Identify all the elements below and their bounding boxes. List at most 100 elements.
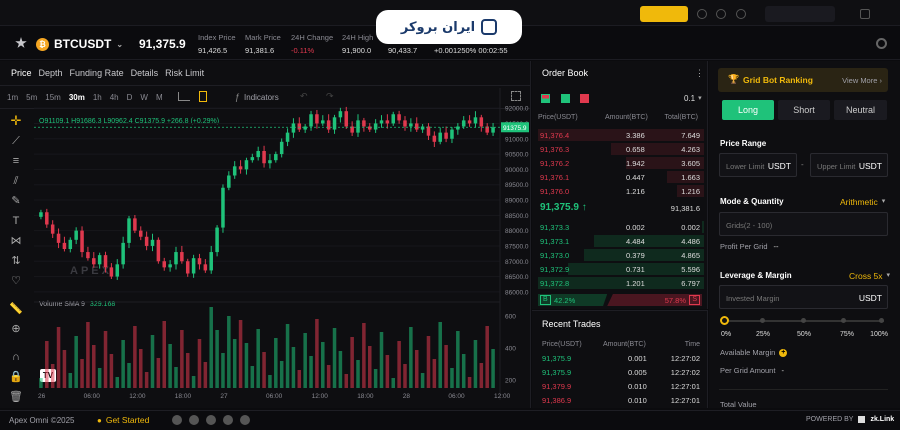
time-axis-label: 26 <box>38 393 46 400</box>
upper-limit-field[interactable]: Upper Limit USDT <box>810 153 888 177</box>
ask-total: 4.263 <box>681 144 700 154</box>
pattern-icon[interactable]: ⋈ <box>11 235 22 247</box>
slider-stop[interactable] <box>841 318 846 323</box>
discord-icon[interactable] <box>189 415 199 425</box>
stat-value: 90,433.7 <box>388 46 418 55</box>
tab-price[interactable]: Price <box>11 68 32 78</box>
buy-badge: B <box>540 295 551 305</box>
view-more-link[interactable]: View More › <box>842 76 882 85</box>
tab-funding-rate[interactable]: Funding Rate <box>70 68 124 78</box>
youtube-icon[interactable] <box>240 415 250 425</box>
add-funds-icon[interactable]: + <box>779 348 788 357</box>
get-started-link[interactable]: ● Get Started <box>97 415 149 425</box>
trade-time: 12:27:01 <box>670 382 700 391</box>
grid-bot-ranking-banner[interactable]: 🏆 Grid Bot Ranking View More › <box>718 68 888 92</box>
medium-icon[interactable] <box>206 415 216 425</box>
candle-body <box>461 120 466 127</box>
mode-value: Arithmetic <box>840 197 878 207</box>
volume-bar <box>356 360 360 388</box>
powered-by: POWERED BY zk.Link <box>806 416 894 423</box>
crosshair-icon[interactable]: ✛ <box>11 114 22 127</box>
bid-row[interactable]: 91,372.9 0.731 5.596 <box>538 262 704 276</box>
bid-total: 6.797 <box>681 278 700 288</box>
buy-sell-ratio-bar: B 42.2% 57.8% S <box>538 294 702 306</box>
nav-highlight-button[interactable] <box>640 6 688 22</box>
tab-risk-limit[interactable]: Risk Limit <box>165 68 204 78</box>
bid-row[interactable]: 91,372.8 1.201 6.797 <box>538 276 704 290</box>
btc-coin-icon: ₿ <box>36 38 49 51</box>
ask-row[interactable]: 91,376.2 1.942 3.605 <box>538 156 704 170</box>
volume-bar <box>326 365 331 388</box>
menu-icon[interactable] <box>860 9 870 19</box>
trendline-icon[interactable]: ⟋ <box>12 135 20 147</box>
neutral-button[interactable]: Neutral <box>834 100 887 120</box>
ask-row[interactable]: 91,376.1 0.447 1.663 <box>538 170 704 184</box>
prediction-icon[interactable]: ⇅ <box>11 255 20 267</box>
price-axis-label: 88500.0 <box>505 213 529 220</box>
mode-quantity-label: Mode & Quantity <box>720 197 784 206</box>
ask-row[interactable]: 91,376.0 1.216 1.216 <box>538 184 704 198</box>
telegram-icon[interactable] <box>223 415 233 425</box>
precision-select[interactable]: 0.1 ▾ <box>684 94 702 103</box>
mode-select[interactable]: Arithmetic ▾ <box>840 197 885 207</box>
nav-icon[interactable] <box>736 9 746 19</box>
candle-body <box>291 123 296 133</box>
slider-stop[interactable] <box>801 318 806 323</box>
bid-row[interactable]: 91,373.0 0.379 4.865 <box>538 248 704 262</box>
nav-icon[interactable] <box>697 9 707 19</box>
tab-depth[interactable]: Depth <box>39 68 63 78</box>
slider-stop[interactable] <box>879 318 884 323</box>
price-axis-label: 87500.0 <box>505 243 529 250</box>
bid-row[interactable]: 91,373.3 0.002 0.002 <box>538 220 704 234</box>
ob-view-both-icon[interactable] <box>541 94 550 103</box>
lock-icon[interactable]: 🔒 <box>9 371 23 383</box>
timeframe-1m[interactable]: 1m <box>7 93 18 102</box>
lower-limit-placeholder: Lower Limit <box>726 162 765 171</box>
candle-body <box>115 264 120 277</box>
nav-icon[interactable] <box>716 9 726 19</box>
trophy-icon: 🏆 <box>728 74 740 84</box>
x-icon[interactable] <box>172 415 182 425</box>
trash-icon[interactable]: 🗑 <box>9 391 23 403</box>
brush-icon[interactable]: ✎ <box>11 195 20 207</box>
margin-slider[interactable] <box>720 316 884 326</box>
price-axis-label: 91000.0 <box>505 136 529 143</box>
candle-body <box>262 151 266 164</box>
bid-row[interactable]: 91,373.1 4.484 4.486 <box>538 234 704 248</box>
text-tool-icon[interactable]: T <box>13 215 20 227</box>
stat-value: 91,426.5 <box>198 46 228 55</box>
leverage-select[interactable]: Cross 5x ▾ <box>849 271 890 281</box>
candlestick-chart[interactable]: 92000.091500.091000.090500.090000.089500… <box>34 88 532 404</box>
chart-trend-icon <box>481 19 498 35</box>
volume-bar <box>221 353 225 388</box>
volume-bar <box>385 355 390 388</box>
time-axis-label: 28 <box>403 393 411 400</box>
parallel-channel-icon[interactable]: ⫽ <box>14 175 19 187</box>
tab-details[interactable]: Details <box>131 68 159 78</box>
ask-row[interactable]: 91,376.4 3.386 7.649 <box>538 128 704 142</box>
short-button[interactable]: Short <box>778 100 830 120</box>
grids-field[interactable]: Grids(2 - 100) <box>719 212 888 236</box>
candle-body <box>479 117 484 127</box>
per-grid-amount-label: Per Grid Amount <box>720 366 776 375</box>
symbol-selector[interactable]: BTCUSDT ⌄ <box>54 37 123 51</box>
grids-placeholder: Grids(2 - 100) <box>726 221 773 230</box>
more-vert-icon[interactable]: ⋮ <box>695 68 704 79</box>
lower-limit-field[interactable]: Lower Limit USDT <box>719 153 797 177</box>
horizontal-lines-icon[interactable]: ≡ <box>13 155 19 167</box>
favorites-heart-icon[interactable]: ♡ <box>11 275 21 287</box>
ask-row[interactable]: 91,376.3 0.658 4.263 <box>538 142 704 156</box>
slider-stop[interactable] <box>760 318 765 323</box>
invested-margin-field[interactable]: Invested Margin USDT <box>719 285 888 309</box>
ob-view-asks-icon[interactable] <box>580 94 589 103</box>
zoom-in-icon[interactable]: ⊕ <box>11 323 20 335</box>
slider-thumb[interactable] <box>720 316 729 325</box>
candle-body <box>215 227 219 253</box>
ob-view-bids-icon[interactable] <box>561 94 570 103</box>
ruler-icon[interactable]: 📏 <box>9 303 23 315</box>
settings-gear-icon[interactable] <box>876 38 887 49</box>
magnet-icon[interactable]: ∩ <box>12 351 20 363</box>
long-button[interactable]: Long <box>722 100 774 120</box>
volume-bar <box>473 340 478 388</box>
account-button[interactable] <box>765 6 835 22</box>
